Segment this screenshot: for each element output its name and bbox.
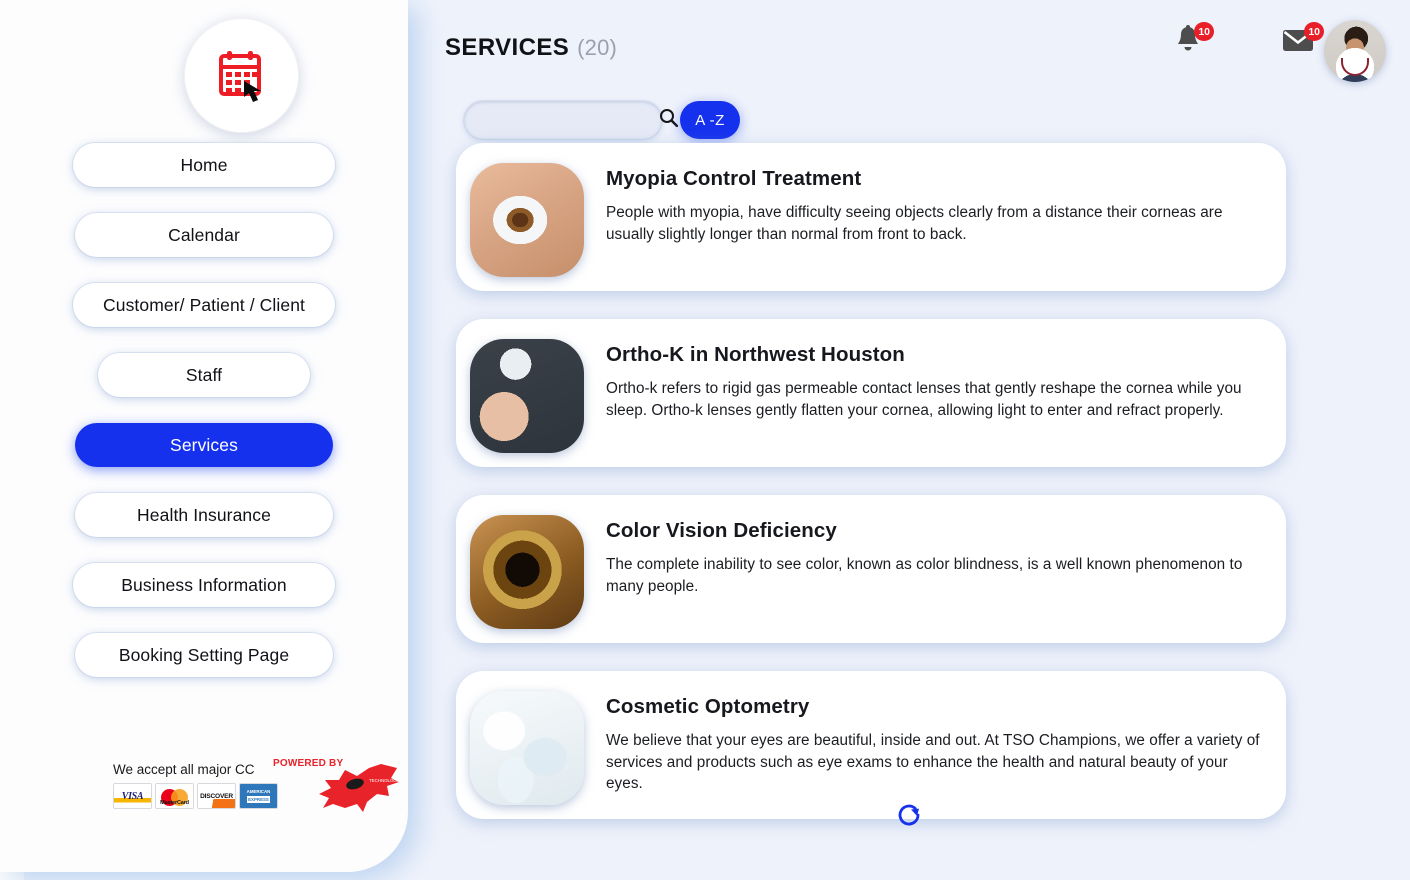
discover-card-icon: DISCOVER xyxy=(197,783,236,809)
bull-logo-icon: TECHNOLOGIES xyxy=(311,760,404,821)
service-card[interactable]: Ortho-K in Northwest Houston Ortho-k ref… xyxy=(456,319,1286,467)
sidebar-item-label: Business Information xyxy=(121,574,287,595)
services-count: (20) xyxy=(577,35,618,60)
load-more-area xyxy=(408,798,1410,836)
sidebar-nav: Home Calendar Customer/ Patient / Client… xyxy=(0,143,408,703)
sidebar-item-services[interactable]: Services xyxy=(75,423,333,467)
service-thumbnail xyxy=(470,515,584,629)
notifications-badge: 10 xyxy=(1194,22,1214,41)
service-card[interactable]: Myopia Control Treatment People with myo… xyxy=(456,143,1286,291)
search-box[interactable] xyxy=(464,101,679,139)
notifications-button[interactable]: 10 xyxy=(1168,20,1214,64)
sidebar-item-label: Staff xyxy=(185,364,223,385)
service-thumbnail xyxy=(470,163,584,277)
main-content: SERVICES (20) 10 10 A -Z Myopia Control … xyxy=(408,0,1410,880)
stethoscope-detail xyxy=(1341,58,1369,76)
service-title: Cosmetic Optometry xyxy=(606,695,810,718)
service-card[interactable]: Cosmetic Optometry We believe that your … xyxy=(456,671,1286,819)
service-description: People with myopia, have difficulty seei… xyxy=(606,204,1223,243)
refresh-icon xyxy=(892,798,926,837)
sidebar-item-health-insurance[interactable]: Health Insurance xyxy=(75,493,333,537)
mastercard-icon: MasterCard xyxy=(155,783,194,809)
toolbar: A -Z xyxy=(464,101,740,139)
service-description: The complete inability to see color, kno… xyxy=(606,556,1243,595)
service-card[interactable]: Color Vision Deficiency The complete ina… xyxy=(456,495,1286,643)
service-title: Ortho-K in Northwest Houston xyxy=(606,343,905,366)
sidebar-item-calendar[interactable]: Calendar xyxy=(75,213,333,257)
sidebar-item-label: Home xyxy=(180,154,228,175)
sidebar: Home Calendar Customer/ Patient / Client… xyxy=(0,0,408,872)
payment-footer: We accept all major CC VISA MasterCard D… xyxy=(113,758,404,812)
page-header: SERVICES (20) xyxy=(445,34,617,62)
service-thumbnail xyxy=(470,691,584,805)
sidebar-item-booking-setting-page[interactable]: Booking Setting Page xyxy=(75,633,333,677)
sidebar-item-home[interactable]: Home xyxy=(73,143,335,187)
svg-text:TECHNOLOGIES: TECHNOLOGIES xyxy=(369,778,403,783)
sidebar-item-staff[interactable]: Staff xyxy=(98,353,310,397)
app-logo[interactable] xyxy=(184,18,299,133)
page-title: SERVICES xyxy=(445,34,570,61)
sidebar-item-label: Calendar xyxy=(168,224,240,245)
sidebar-item-label: Customer/ Patient / Client xyxy=(103,294,305,315)
sidebar-item-business-information[interactable]: Business Information xyxy=(73,563,335,607)
sidebar-item-label: Services xyxy=(170,434,238,455)
sidebar-item-label: Health Insurance xyxy=(137,504,271,525)
service-title: Color Vision Deficiency xyxy=(606,519,837,542)
search-icon[interactable] xyxy=(659,108,679,132)
calendar-click-icon xyxy=(213,47,271,105)
header-actions: 10 10 xyxy=(1168,20,1324,64)
avatar[interactable] xyxy=(1324,20,1386,82)
service-description: Ortho-k refers to rigid gas permeable co… xyxy=(606,380,1242,419)
sort-az-button[interactable]: A -Z xyxy=(680,101,740,139)
search-input[interactable] xyxy=(478,112,659,128)
sidebar-item-customer-patient-client[interactable]: Customer/ Patient / Client xyxy=(73,283,335,327)
sidebar-item-label: Booking Setting Page xyxy=(118,644,290,665)
messages-badge: 10 xyxy=(1304,22,1324,41)
service-thumbnail xyxy=(470,339,584,453)
refresh-button[interactable] xyxy=(890,798,928,836)
service-title: Myopia Control Treatment xyxy=(606,167,862,190)
visa-card-icon: VISA xyxy=(113,783,152,809)
service-description: We believe that your eyes are beautiful,… xyxy=(606,732,1260,793)
messages-button[interactable]: 10 xyxy=(1278,20,1324,64)
powered-by-block: POWERED BY TECHNOLOGIES xyxy=(273,758,408,814)
app-root: Home Calendar Customer/ Patient / Client… xyxy=(0,0,1410,880)
services-list: Myopia Control Treatment People with myo… xyxy=(456,143,1286,847)
